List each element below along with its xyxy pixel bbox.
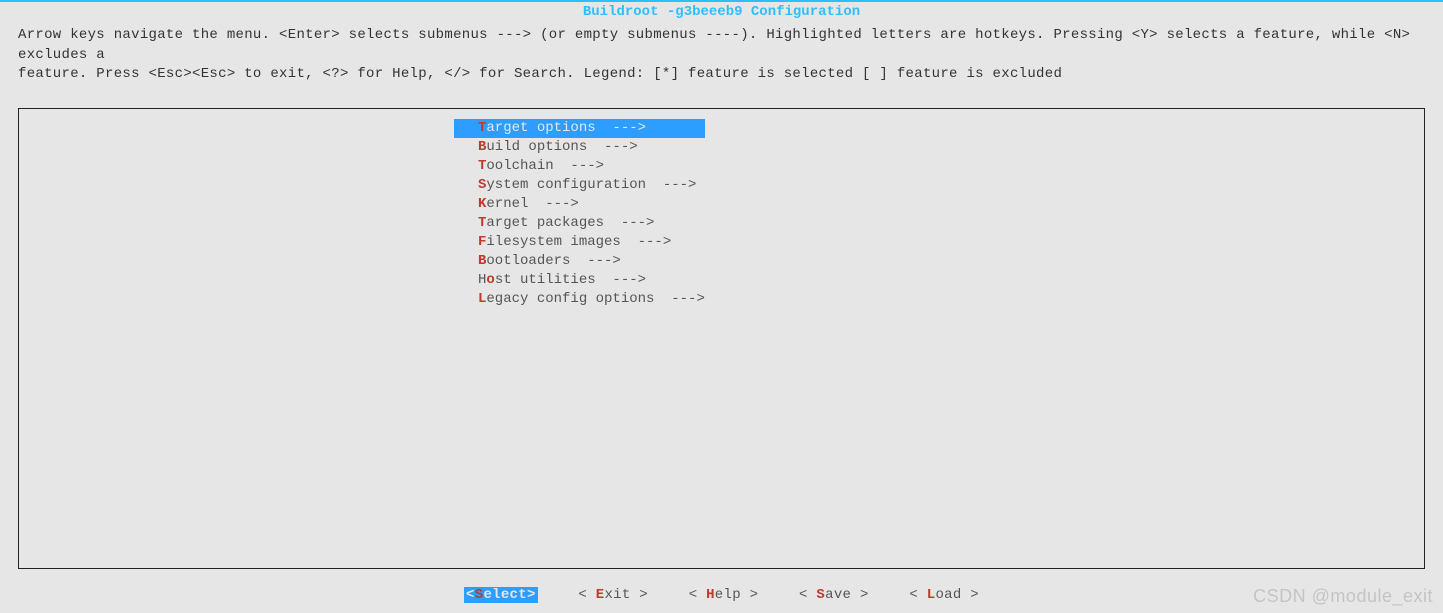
menu-item-label: ernel ---> xyxy=(486,196,578,212)
menu-item-label: egacy config options ---> xyxy=(486,291,704,307)
menu-item-0[interactable]: Target options ---> xyxy=(454,119,705,138)
menu-item-7[interactable]: Bootloaders ---> xyxy=(454,252,705,271)
help-text: Arrow keys navigate the menu. <Enter> se… xyxy=(0,22,1443,93)
menu-item-label: uild options ---> xyxy=(486,139,637,155)
save-right-bracket: > xyxy=(860,587,869,603)
help-left-bracket: < xyxy=(689,587,706,603)
save-left-bracket: < xyxy=(799,587,816,603)
menu-panel: Target options ---> Build options ---> T… xyxy=(18,108,1425,569)
menu-item-2[interactable]: Toolchain ---> xyxy=(454,157,705,176)
menu-item-3[interactable]: System configuration ---> xyxy=(454,176,705,195)
menu-item-label: ootloaders ---> xyxy=(486,253,620,269)
help-right-bracket: > xyxy=(750,587,759,603)
menu-item-indicator xyxy=(454,214,478,233)
menu-item-label: st utilities ---> xyxy=(495,272,646,288)
menu-item-indicator xyxy=(454,176,478,195)
menu-item-label: arget options ---> xyxy=(486,120,646,136)
menu-item-label: arget packages ---> xyxy=(486,215,654,231)
help-rest: elp xyxy=(715,587,750,603)
help-button[interactable]: < Help > xyxy=(689,587,759,603)
footer-bar: <Select> < Exit > < Help > < Save > < Lo… xyxy=(0,587,1443,603)
menu-item-1[interactable]: Build options ---> xyxy=(454,138,705,157)
load-left-bracket: < xyxy=(909,587,926,603)
save-rest: ave xyxy=(825,587,860,603)
watermark: CSDN @module_exit xyxy=(1253,586,1433,607)
save-button[interactable]: < Save > xyxy=(799,587,869,603)
menu-item-9[interactable]: Legacy config options ---> xyxy=(454,290,705,309)
menu-item-8[interactable]: Host utilities ---> xyxy=(454,271,705,290)
menu-item-indicator xyxy=(454,252,478,271)
menu-item-indicator xyxy=(454,290,478,309)
menu-item-label: ilesystem images ---> xyxy=(486,234,671,250)
help-hotkey: H xyxy=(706,587,715,603)
exit-rest: xit xyxy=(604,587,639,603)
select-right-bracket: > xyxy=(527,587,536,603)
menu-item-label: oolchain ---> xyxy=(486,158,604,174)
save-hotkey: S xyxy=(816,587,825,603)
load-right-bracket: > xyxy=(970,587,979,603)
exit-right-bracket: > xyxy=(639,587,648,603)
select-button[interactable]: <Select> xyxy=(464,587,538,603)
menu-item-4[interactable]: Kernel ---> xyxy=(454,195,705,214)
menu-item-indicator xyxy=(454,271,478,290)
menu-item-hotkey: o xyxy=(486,272,494,288)
menu-item-indicator xyxy=(454,138,478,157)
help-line-1: Arrow keys navigate the menu. <Enter> se… xyxy=(18,26,1425,65)
select-rest: elect xyxy=(483,587,527,603)
menu-item-label: ystem configuration ---> xyxy=(486,177,696,193)
load-button[interactable]: < Load > xyxy=(909,587,979,603)
exit-left-bracket: < xyxy=(578,587,595,603)
load-rest: oad xyxy=(935,587,970,603)
menu-item-indicator xyxy=(454,119,478,138)
menu-item-indicator xyxy=(454,233,478,252)
menu-item-indicator xyxy=(454,157,478,176)
config-menu: Target options ---> Build options ---> T… xyxy=(454,119,705,309)
select-left-bracket: < xyxy=(466,587,475,603)
help-line-2: feature. Press <Esc><Esc> to exit, <?> f… xyxy=(18,65,1425,85)
menu-item-6[interactable]: Filesystem images ---> xyxy=(454,233,705,252)
window-title: Buildroot -g3beeeb9 Configuration xyxy=(0,2,1443,22)
menu-item-indicator xyxy=(454,195,478,214)
menu-item-5[interactable]: Target packages ---> xyxy=(454,214,705,233)
exit-button[interactable]: < Exit > xyxy=(578,587,648,603)
